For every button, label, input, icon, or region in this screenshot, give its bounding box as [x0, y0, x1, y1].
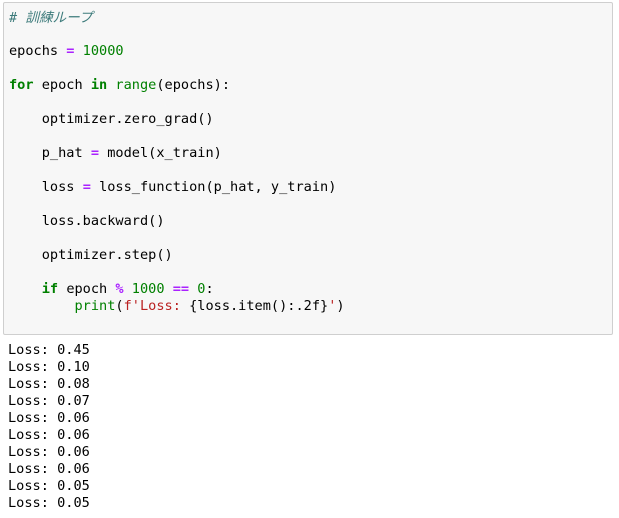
- code-operator: =: [90, 145, 100, 161]
- output-line: Loss: 0.45: [8, 342, 90, 358]
- code-line-loss: loss = loss_function(p_hat, y_train): [9, 178, 337, 196]
- code-keyword: if: [41, 281, 59, 297]
- code-text: ): [336, 298, 345, 314]
- code-line-for: for epoch in range(epochs):: [9, 76, 230, 94]
- code-operator: ==: [172, 281, 190, 297]
- code-line-p-hat: p_hat = model(x_train): [9, 144, 222, 162]
- code-builtin: range: [115, 77, 157, 93]
- code-line-print: print(f'Loss: {loss.item():.2f}'): [9, 297, 345, 315]
- output-line: Loss: 0.06: [8, 444, 90, 460]
- output-line: Loss: 0.06: [8, 410, 90, 426]
- code-text: :: [205, 281, 214, 297]
- code-text: (epochs):: [156, 77, 231, 93]
- code-variable: epoch: [66, 281, 108, 297]
- code-line-epochs: epochs = 10000: [9, 42, 124, 60]
- cell-output: Loss: 0.45 Loss: 0.10 Loss: 0.08 Loss: 0…: [8, 342, 608, 512]
- output-line: Loss: 0.10: [8, 359, 90, 375]
- code-number: 1000: [131, 281, 165, 297]
- code-keyword: in: [90, 77, 108, 93]
- code-operator: %: [115, 281, 124, 297]
- code-line-comment: # 訓練ループ: [9, 9, 93, 27]
- output-line: Loss: 0.05: [8, 478, 90, 494]
- code-operator: =: [82, 179, 91, 195]
- code-text: loss_function(p_hat, y_train): [99, 179, 337, 195]
- code-variable: epochs: [9, 43, 59, 59]
- code-text: optimizer.step(): [41, 247, 173, 263]
- code-line-zero-grad: optimizer.zero_grad(): [9, 110, 214, 128]
- output-line: Loss: 0.06: [8, 461, 90, 477]
- code-variable: p_hat: [41, 145, 83, 161]
- code-comment: # 訓練ループ: [9, 10, 93, 26]
- code-text: loss.backward(): [41, 213, 165, 229]
- output-line: Loss: 0.05: [8, 495, 90, 511]
- code-line-step: optimizer.step(): [9, 246, 173, 264]
- output-line: Loss: 0.08: [8, 376, 90, 392]
- code-line-backward: loss.backward(): [9, 212, 165, 230]
- output-line: Loss: 0.07: [8, 393, 90, 409]
- code-variable: epoch: [41, 77, 83, 93]
- code-text: {loss.item():.2f}: [189, 298, 329, 314]
- code-operator: =: [66, 43, 75, 59]
- code-builtin: print: [74, 298, 116, 314]
- output-line: Loss: 0.06: [8, 427, 90, 443]
- code-text: model(x_train): [107, 145, 222, 161]
- code-string: f'Loss:: [123, 298, 190, 314]
- code-number: 10000: [82, 43, 124, 59]
- code-cell[interactable]: # 訓練ループ epochs = 10000 for epoch in rang…: [3, 2, 613, 335]
- code-text: optimizer.zero_grad(): [41, 111, 214, 127]
- code-line-if: if epoch % 1000 == 0:: [9, 280, 214, 298]
- code-variable: loss: [41, 179, 75, 195]
- code-keyword: for: [9, 77, 34, 93]
- code-text: (: [115, 298, 124, 314]
